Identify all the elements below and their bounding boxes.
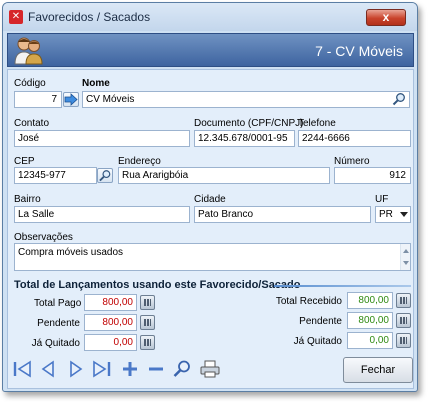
app-icon: ✕ [9, 10, 23, 24]
chevron-down-icon [400, 212, 408, 217]
telefone-label: Telefone [298, 118, 336, 129]
documento-field[interactable]: 12.345.678/0001-95 [194, 130, 295, 147]
arrow-right-icon [64, 93, 78, 106]
uf-label: UF [375, 194, 389, 205]
total-pago-calculator-button[interactable] [140, 295, 155, 310]
fechar-button[interactable]: Fechar [343, 357, 413, 383]
nome-search-button[interactable] [392, 92, 408, 107]
search-icon [392, 93, 405, 106]
fechar-button-label: Fechar [360, 364, 396, 376]
pendente-right-calculator-button[interactable] [396, 313, 411, 328]
observacoes-textarea[interactable]: Compra móveis usados [14, 243, 411, 271]
observacoes-text: Compra móveis usados [18, 247, 124, 258]
pendente-left-calculator-button[interactable] [140, 315, 155, 330]
previous-record-icon[interactable] [37, 359, 59, 379]
search-icon [99, 170, 111, 182]
record-title: 7 - CV Móveis [315, 43, 403, 59]
observacoes-label: Observações [14, 232, 73, 243]
quitado-right-label: Já Quitado [293, 336, 342, 347]
scroll-down-icon[interactable] [403, 261, 409, 265]
uf-value: PR [379, 209, 393, 220]
total-recebido-field: 800,00 [347, 292, 393, 309]
cep-search-button[interactable] [97, 168, 113, 183]
quitado-left-label: Já Quitado [31, 338, 80, 349]
pendente-right-label: Pendente [299, 316, 342, 327]
people-icon [14, 37, 43, 65]
record-header: 7 - CV Móveis [7, 33, 414, 67]
search-record-icon[interactable] [171, 359, 193, 379]
scroll-up-icon[interactable] [403, 249, 409, 253]
pendente-left-field: 800,00 [84, 314, 137, 331]
cidade-field[interactable]: Pato Branco [194, 206, 371, 223]
numero-label: Número [334, 156, 370, 167]
totals-section-title: Total de Lançamentos usando este Favorec… [14, 279, 301, 291]
endereco-field[interactable]: Rua Ararigbóia [118, 167, 330, 184]
bairro-field[interactable]: La Salle [14, 206, 190, 223]
nome-field[interactable]: CV Móveis [82, 91, 410, 108]
print-icon[interactable] [199, 359, 221, 379]
window-close-button[interactable]: x [366, 9, 406, 26]
codigo-label: Código [14, 78, 46, 89]
totals-divider [274, 285, 411, 287]
quitado-left-field: 0,00 [84, 334, 137, 351]
favorecidos-window: ✕ Favorecidos / Sacados x 7 - CV Móveis … [2, 2, 418, 392]
nome-label: Nome [82, 78, 110, 89]
total-recebido-label: Total Recebido [275, 296, 342, 307]
endereco-label: Endereço [118, 156, 161, 167]
form-area: Código Nome 7 CV Móveis Contato José Doc… [7, 69, 414, 389]
quitado-left-calculator-button[interactable] [140, 335, 155, 350]
numero-field[interactable]: 912 [334, 167, 411, 184]
cep-label: CEP [14, 156, 35, 167]
contato-label: Contato [14, 118, 50, 129]
next-record-icon[interactable] [65, 359, 87, 379]
codigo-goto-button[interactable] [63, 92, 79, 107]
last-record-icon[interactable] [91, 359, 113, 379]
uf-select[interactable]: PR [375, 206, 411, 223]
pendente-left-label: Pendente [37, 318, 80, 329]
observacoes-scrollbar[interactable] [400, 244, 410, 270]
title-bar[interactable]: ✕ Favorecidos / Sacados x [3, 3, 417, 31]
cidade-label: Cidade [194, 194, 226, 205]
add-record-icon[interactable] [119, 359, 141, 379]
quitado-right-calculator-button[interactable] [396, 333, 411, 348]
quitado-right-field: 0,00 [347, 332, 393, 349]
first-record-icon[interactable] [11, 359, 33, 379]
telefone-field[interactable]: 2244-6666 [298, 130, 411, 147]
total-pago-label: Total Pago [34, 298, 82, 309]
cep-field[interactable]: 12345-977 [14, 167, 97, 184]
codigo-field[interactable]: 7 [14, 91, 62, 108]
remove-record-icon[interactable] [145, 359, 167, 379]
pendente-right-field: 800,00 [347, 312, 393, 329]
documento-label: Documento (CPF/CNPJ) [194, 118, 304, 129]
contato-field[interactable]: José [14, 130, 190, 147]
total-pago-field: 800,00 [84, 294, 137, 311]
total-recebido-calculator-button[interactable] [396, 293, 411, 308]
window-title: Favorecidos / Sacados [28, 10, 151, 24]
bairro-label: Bairro [14, 194, 41, 205]
